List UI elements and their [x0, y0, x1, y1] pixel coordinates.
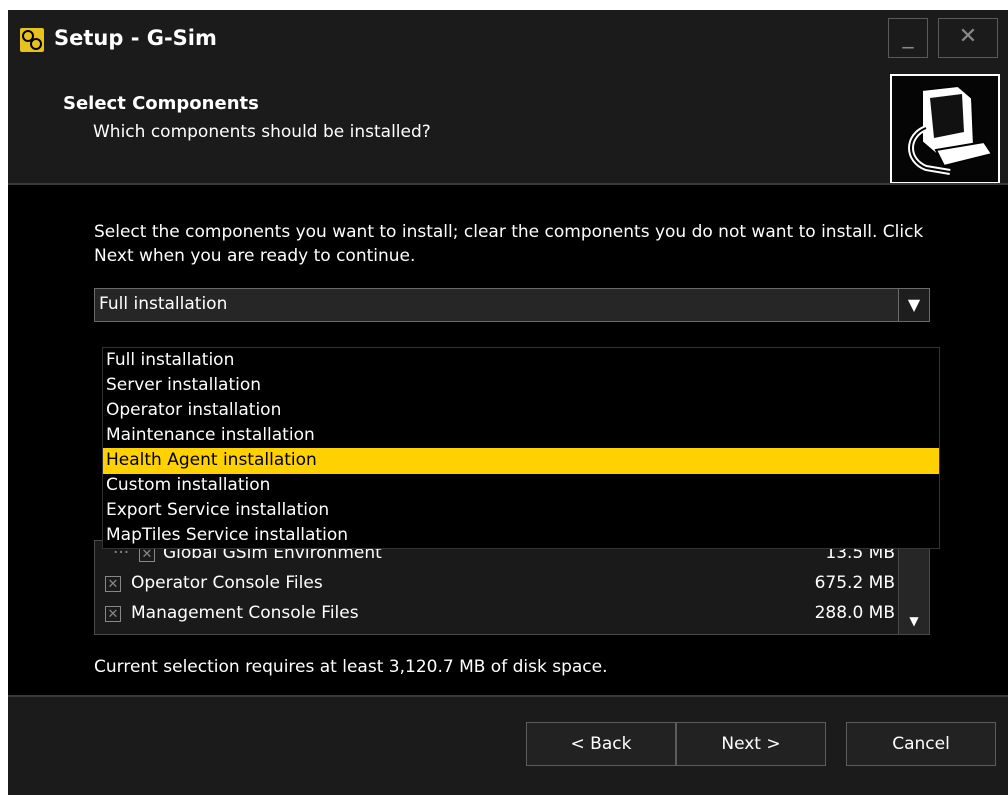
- instructions-text: Select the components you want to instal…: [94, 222, 924, 266]
- page-subtitle: Which components should be installed?: [93, 122, 431, 142]
- computer-install-icon: [890, 74, 1000, 184]
- select-value: Full installation: [99, 294, 228, 314]
- page-title: Select Components: [63, 93, 259, 114]
- component-size: 675.2 MB: [814, 573, 895, 593]
- checkbox[interactable]: ✕: [105, 576, 121, 592]
- list-item[interactable]: ✕ Operator Console Files 675.2 MB: [95, 571, 895, 597]
- component-label: Management Console Files: [131, 603, 359, 623]
- dropdown-option[interactable]: Custom installation: [103, 473, 939, 499]
- disk-space-text: Current selection requires at least 3,12…: [94, 657, 608, 677]
- footer-separator: [8, 695, 1008, 697]
- checkbox[interactable]: ✕: [105, 606, 121, 622]
- gears-icon: [20, 28, 44, 52]
- cancel-button[interactable]: Cancel: [846, 722, 996, 766]
- minimize-button[interactable]: _: [888, 18, 928, 58]
- back-button[interactable]: < Back: [526, 722, 676, 766]
- component-label: Operator Console Files: [131, 573, 323, 593]
- list-item[interactable]: ✕ Management Console Files 288.0 MB: [95, 601, 895, 627]
- dropdown-option-highlighted[interactable]: Health Agent installation: [103, 448, 939, 474]
- close-button[interactable]: ✕: [938, 18, 998, 58]
- dropdown-option[interactable]: Server installation: [103, 373, 939, 399]
- next-button[interactable]: Next >: [676, 722, 826, 766]
- dropdown-option[interactable]: Export Service installation: [103, 498, 939, 524]
- setup-window: Setup - G-Sim _ ✕ Select Components Whic…: [8, 10, 1008, 795]
- installation-type-select[interactable]: Full installation ▼: [94, 288, 930, 322]
- component-size: 288.0 MB: [814, 603, 895, 623]
- dropdown-option[interactable]: Full installation: [103, 348, 939, 374]
- scroll-down-arrow-icon[interactable]: ▼: [899, 608, 929, 634]
- dropdown-option[interactable]: Operator installation: [103, 398, 939, 424]
- dropdown-option[interactable]: MapTiles Service installation: [103, 523, 939, 549]
- components-list[interactable]: ··· ✕ Global GSim Environment 13.5 MB ✕ …: [94, 540, 930, 635]
- window-title: Setup - G-Sim: [54, 26, 217, 50]
- dropdown-option[interactable]: Maintenance installation: [103, 423, 939, 449]
- dropdown-arrow-icon[interactable]: ▼: [898, 289, 929, 321]
- title-bar[interactable]: Setup - G-Sim _ ✕: [8, 10, 1008, 70]
- scrollbar[interactable]: ▼: [898, 541, 929, 634]
- installation-type-dropdown[interactable]: Full installation Server installation Op…: [102, 347, 940, 549]
